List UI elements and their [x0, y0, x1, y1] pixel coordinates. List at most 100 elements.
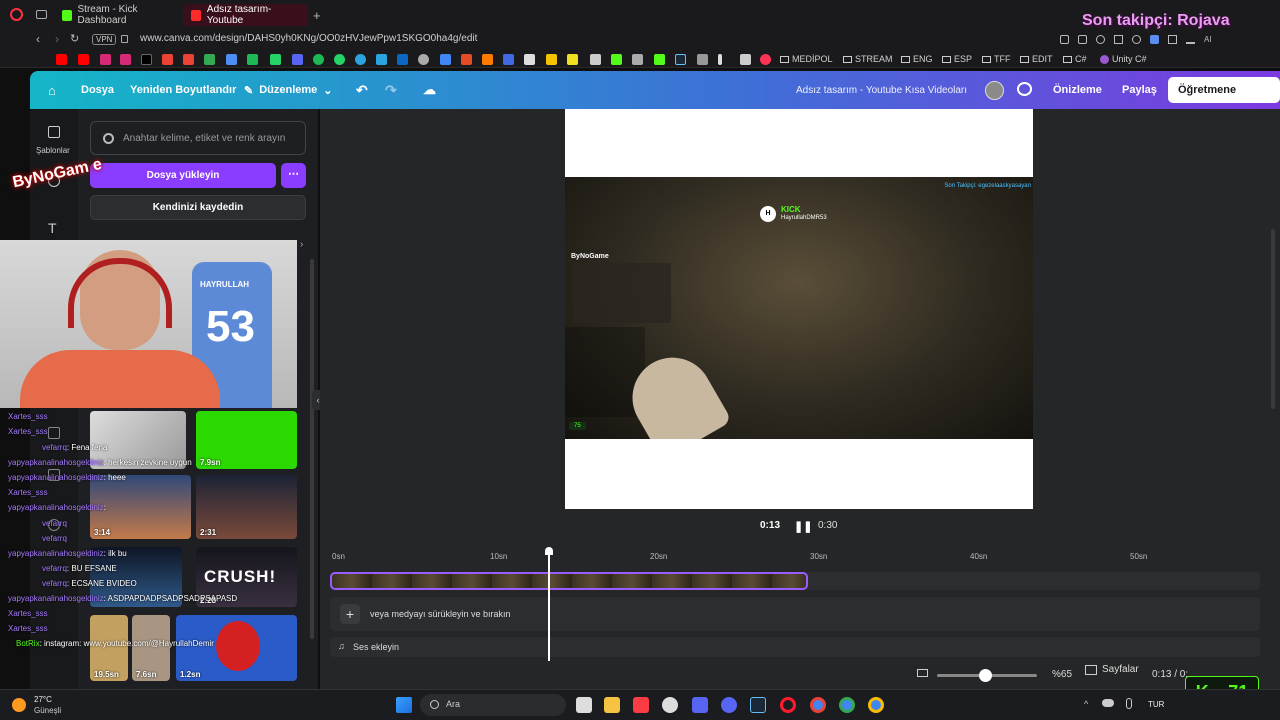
video-frame[interactable]: Son Takipçi: egezelaaskyasayan H KICK Ha…	[565, 177, 1033, 439]
chrome-icon[interactable]	[810, 697, 826, 713]
tab-kick-dashboard[interactable]: Stream - Kick Dashboard	[54, 4, 182, 26]
bookmark-folder[interactable]: MEDİPOL	[780, 53, 833, 65]
pause-button[interactable]: ❚❚	[794, 520, 812, 533]
start-icon[interactable]	[396, 697, 412, 713]
bookmark-folder[interactable]: C#	[1063, 53, 1087, 65]
ext-icon[interactable]	[1078, 35, 1087, 44]
zoom-slider[interactable]	[937, 669, 1037, 682]
bookmark-folder[interactable]: EDIT	[1020, 53, 1053, 65]
preview-button[interactable]: Önizleme	[1053, 71, 1102, 109]
app-icon[interactable]	[334, 54, 345, 65]
workspace-icon[interactable]	[36, 10, 47, 19]
bookmark-folder[interactable]: ESP	[942, 53, 972, 65]
steam-icon[interactable]	[750, 697, 766, 713]
video-clip[interactable]	[330, 572, 808, 590]
timeline-ruler[interactable]: 0sn 10sn 20sn 30sn 40sn 50sn	[330, 552, 1270, 566]
gmail-icon[interactable]	[162, 54, 173, 65]
bookmark-folder[interactable]: STREAM	[843, 53, 893, 65]
add-audio-track[interactable]: ♫ Ses ekleyin	[330, 637, 1260, 657]
drive-icon[interactable]	[204, 54, 215, 65]
redo-icon[interactable]: ↷	[385, 71, 397, 109]
edit-mode-dropdown[interactable]: ✎ Düzenleme ⌄	[244, 71, 333, 109]
ext-icon[interactable]	[1060, 35, 1069, 44]
play-icon[interactable]	[1114, 35, 1123, 44]
language-indicator[interactable]: TUR	[1148, 700, 1164, 709]
playhead[interactable]	[548, 550, 550, 661]
home-icon[interactable]: ⌂	[48, 71, 56, 109]
app-icon[interactable]	[567, 54, 578, 65]
ext-icon[interactable]	[1150, 35, 1159, 44]
resize-button[interactable]: Yeniden Boyutlandır	[130, 71, 236, 109]
app-icon[interactable]	[654, 54, 665, 65]
app-icon[interactable]	[662, 697, 678, 713]
linkedin-icon[interactable]	[397, 54, 408, 65]
mic-icon[interactable]	[1126, 698, 1132, 709]
forward-icon[interactable]: ›	[55, 32, 59, 46]
text-icon[interactable]: T	[48, 220, 57, 236]
kick-icon[interactable]	[611, 54, 622, 65]
telegram-icon[interactable]	[355, 54, 366, 65]
new-tab-button[interactable]: +	[313, 8, 321, 23]
url-text[interactable]: www.canva.com/design/DAHS0yh0KNg/OO0zHVJ…	[140, 33, 477, 44]
heart-icon[interactable]	[1132, 35, 1141, 44]
instagram-icon[interactable]	[120, 54, 131, 65]
app-icon[interactable]	[247, 54, 258, 65]
download-icon[interactable]	[1186, 35, 1195, 44]
chrome-icon[interactable]	[868, 697, 884, 713]
app-icon[interactable]	[292, 54, 303, 65]
upload-files-button[interactable]: Dosya yükleyin	[90, 163, 276, 188]
chevron-right-icon[interactable]: ›	[300, 239, 303, 250]
bookmark-folder[interactable]: Unity C#	[1100, 53, 1147, 65]
add-media-track[interactable]: + veya medyayı sürükleyin ve bırakın	[330, 597, 1260, 631]
app-icon[interactable]	[461, 54, 472, 65]
app-icon[interactable]	[740, 54, 751, 65]
templates-icon[interactable]	[48, 126, 60, 138]
share-button[interactable]: Paylaş	[1122, 71, 1157, 109]
discord-icon[interactable]	[721, 697, 737, 713]
tray-chevron-icon[interactable]: ^	[1084, 699, 1088, 709]
plus-icon[interactable]: +	[340, 604, 360, 624]
reload-icon[interactable]: ↻	[70, 32, 79, 45]
cloud-icon[interactable]	[1102, 699, 1114, 707]
avatar[interactable]	[985, 81, 1004, 100]
youtube-icon[interactable]	[78, 54, 89, 65]
steam-icon[interactable]	[675, 54, 686, 65]
app-icon[interactable]	[418, 54, 429, 65]
more-options-button[interactable]: ⋯	[281, 163, 306, 188]
youtube-icon[interactable]	[56, 54, 67, 65]
opera-icon[interactable]	[780, 697, 796, 713]
whatsapp-icon[interactable]	[270, 54, 281, 65]
panel-scrollbar[interactable]	[310, 259, 314, 639]
notes-icon[interactable]	[917, 669, 928, 677]
app-icon[interactable]	[760, 54, 771, 65]
bookmark-folder[interactable]: TFF	[982, 53, 1011, 65]
record-yourself-button[interactable]: Kendinizi kaydedin	[90, 195, 306, 220]
app-icon[interactable]	[482, 54, 493, 65]
task-view-icon[interactable]	[576, 697, 592, 713]
editor-scrollbar[interactable]	[1271, 229, 1275, 409]
comment-icon[interactable]	[1017, 82, 1032, 96]
app-icon[interactable]	[503, 54, 514, 65]
app-icon[interactable]	[692, 697, 708, 713]
app-icon[interactable]	[632, 54, 643, 65]
gmail-icon[interactable]	[183, 54, 194, 65]
shield-icon[interactable]	[1096, 35, 1105, 44]
app-icon[interactable]	[440, 54, 451, 65]
design-title[interactable]: Adsız tasarım - Youtube Kısa Videoları	[796, 71, 967, 109]
canvas-page[interactable]: Son Takipçi: egezelaaskyasayan H KICK Ha…	[565, 109, 1033, 509]
back-icon[interactable]: ‹	[36, 32, 40, 46]
app-icon[interactable]	[697, 54, 708, 65]
app-icon[interactable]	[590, 54, 601, 65]
zoom-slider-knob[interactable]	[979, 669, 992, 682]
playhead-handle[interactable]	[545, 547, 553, 555]
cloud-sync-icon[interactable]: ☁	[423, 71, 436, 109]
music-app-icon[interactable]	[633, 697, 649, 713]
x-icon[interactable]	[141, 54, 152, 65]
puzzle-icon[interactable]	[1168, 35, 1177, 44]
gemini-icon[interactable]	[226, 54, 237, 65]
app-icon[interactable]	[718, 54, 722, 65]
file-explorer-icon[interactable]	[604, 697, 620, 713]
templates-label[interactable]: Şablonlar	[36, 146, 70, 155]
chrome-icon[interactable]	[839, 697, 855, 713]
pages-button[interactable]: Sayfalar	[1085, 664, 1139, 675]
